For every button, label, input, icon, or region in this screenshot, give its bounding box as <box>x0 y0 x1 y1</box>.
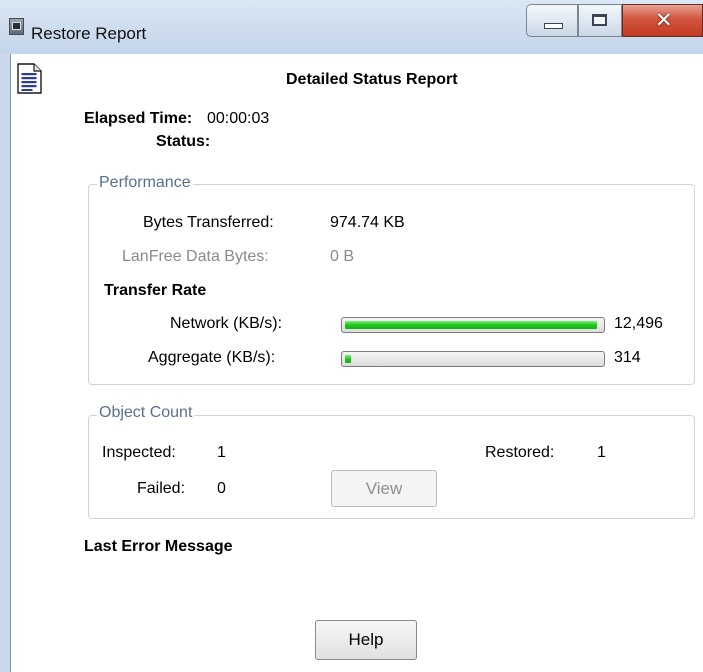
window-frame-left <box>0 54 10 672</box>
aggregate-rate-value: 314 <box>614 349 641 366</box>
help-button[interactable]: Help <box>315 620 417 660</box>
performance-legend: Performance <box>97 174 193 192</box>
inspected-value: 1 <box>217 444 226 461</box>
dialog-content: Detailed Status Report Elapsed Time: 00:… <box>11 54 703 672</box>
network-rate-value: 12,496 <box>614 315 663 332</box>
minimize-button[interactable] <box>526 4 578 37</box>
minimize-icon <box>544 23 563 29</box>
restored-value: 1 <box>597 444 606 461</box>
status-label: Status: <box>156 133 211 150</box>
network-rate-label: Network (KB/s): <box>170 315 283 332</box>
elapsed-time-label: Elapsed Time: <box>84 110 193 127</box>
transfer-rate-heading: Transfer Rate <box>104 282 207 299</box>
object-count-legend: Object Count <box>97 404 195 422</box>
title-bar[interactable]: Restore Report ✕ <box>0 0 703 54</box>
view-button[interactable]: View <box>331 470 437 507</box>
bytes-transferred-value: 974.74 KB <box>330 214 405 231</box>
failed-value: 0 <box>217 480 226 497</box>
lanfree-bytes-label: LanFree Data Bytes: <box>122 248 269 265</box>
window-app-icon[interactable] <box>9 18 24 35</box>
maximize-icon <box>592 14 607 26</box>
inspected-label: Inspected: <box>102 444 176 461</box>
failed-label: Failed: <box>137 480 186 497</box>
bytes-transferred-label: Bytes Transferred: <box>143 214 274 231</box>
last-error-heading: Last Error Message <box>84 538 233 555</box>
maximize-button[interactable] <box>578 4 622 37</box>
network-progress-fill <box>345 321 597 329</box>
document-icon <box>17 63 42 94</box>
report-title: Detailed Status Report <box>286 71 458 88</box>
window-title: Restore Report <box>31 24 147 43</box>
lanfree-bytes-value: 0 B <box>330 248 355 265</box>
close-button[interactable]: ✕ <box>622 4 703 37</box>
aggregate-progress-fill <box>345 355 351 363</box>
aggregate-progress-bar <box>341 351 605 367</box>
window-controls: ✕ <box>526 4 703 40</box>
elapsed-time-value: 00:00:03 <box>207 110 270 127</box>
aggregate-rate-label: Aggregate (KB/s): <box>148 349 276 366</box>
close-icon: ✕ <box>655 8 673 32</box>
network-progress-bar <box>341 317 605 333</box>
restored-label: Restored: <box>485 444 555 461</box>
